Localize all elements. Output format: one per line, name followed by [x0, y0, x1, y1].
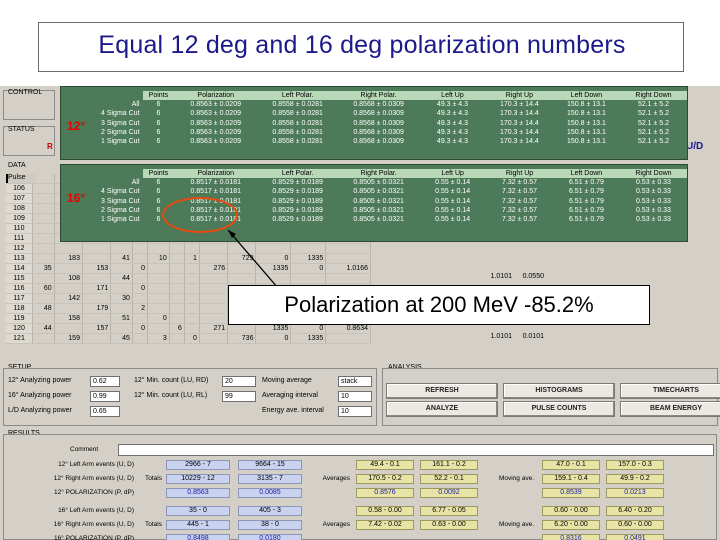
callout-arrow — [227, 229, 279, 289]
polarization-callout: Polarization at 200 MeV -85.2% — [228, 285, 650, 325]
